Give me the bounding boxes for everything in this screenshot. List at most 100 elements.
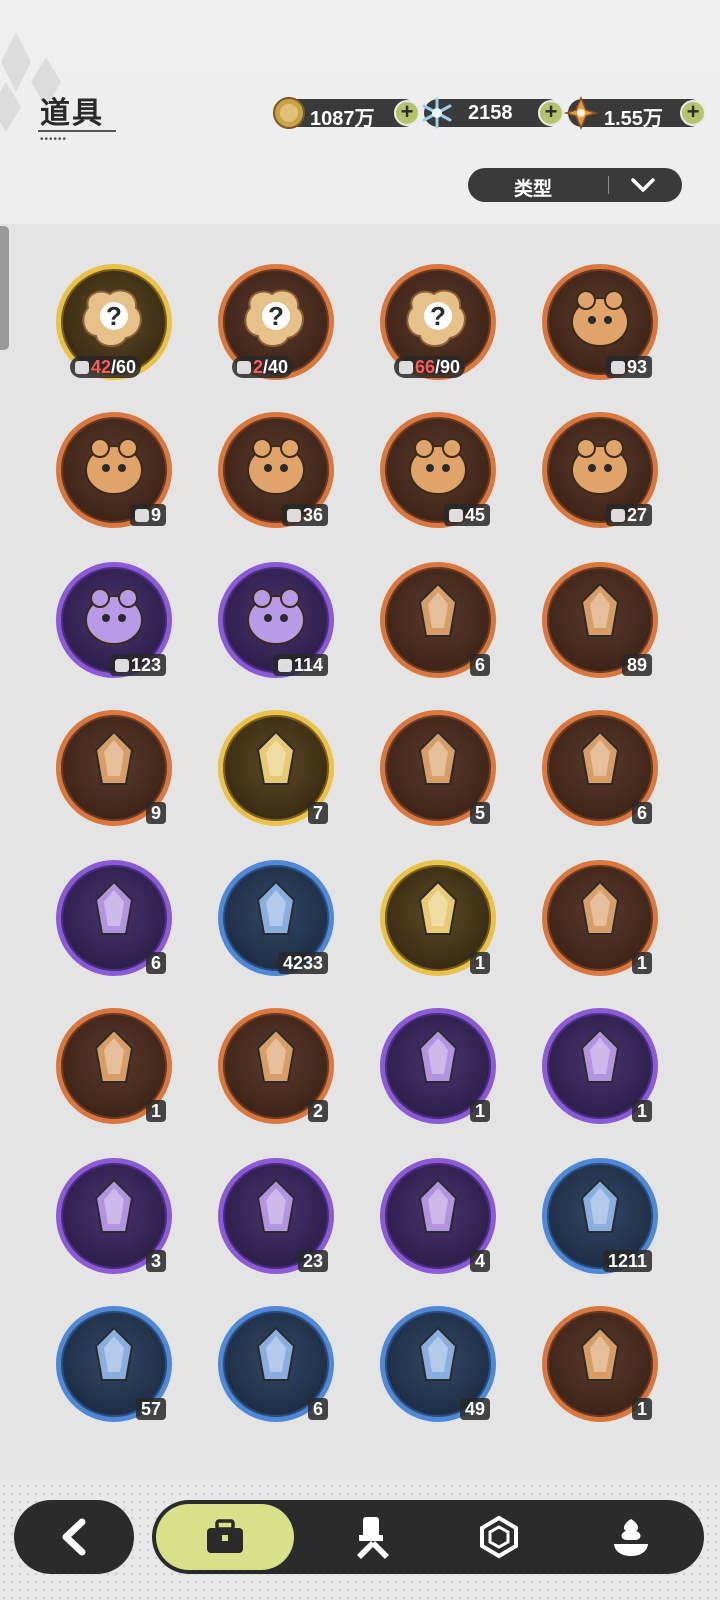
fragment-current: 2 [253, 357, 264, 377]
page-title: 道具 [40, 97, 104, 130]
item-count: 49 [464, 1399, 485, 1419]
shovel-icon [580, 1178, 620, 1233]
tab-tools[interactable] [302, 1500, 440, 1574]
crystal-ring-icon [94, 1028, 134, 1083]
tab-backpack[interactable] [156, 1504, 294, 1570]
item-slot[interactable]: 1 [380, 860, 496, 976]
item-count-badge: 23 [297, 1250, 328, 1272]
svg-text:?: ? [430, 301, 446, 331]
item-count-badge: 36 [281, 504, 328, 526]
item-slot[interactable]: 9 [56, 710, 172, 826]
silver-card-icon [256, 1028, 296, 1083]
item-slot[interactable]: 27 [542, 412, 658, 528]
item-count-badge: 6 [631, 802, 652, 824]
item-slot[interactable]: 1211 [542, 1158, 658, 1274]
item-slot[interactable]: 93 [542, 264, 658, 380]
item-count-badge: 9 [129, 504, 166, 526]
item-slot[interactable]: ? 2/40 [218, 264, 334, 380]
item-count-badge: 114 [272, 654, 328, 676]
gold-coin-icon [273, 97, 305, 129]
butterfly-hairpin-icon [580, 880, 620, 935]
currency-crystal-value: 2158 [468, 102, 513, 124]
puzzle-piece-icon [610, 509, 625, 522]
magic-mirror-icon [94, 1178, 134, 1233]
item-slot[interactable]: 6 [56, 860, 172, 976]
item-slot[interactable]: 1 [56, 1008, 172, 1124]
item-count-badge: 9 [145, 802, 166, 824]
title-dots: •••••• [40, 134, 68, 145]
item-slot[interactable]: 3 [56, 1158, 172, 1274]
item-count-badge: 1 [631, 1398, 652, 1420]
item-count: 123 [130, 655, 161, 675]
filter-divider [608, 176, 609, 194]
item-slot[interactable]: 1 [380, 1008, 496, 1124]
item-count-badge: 66/90 [394, 356, 466, 378]
gift-box-icon [580, 1028, 620, 1083]
item-count-badge: 6 [469, 654, 490, 676]
purple-crystal-icon [418, 582, 458, 637]
item-slot[interactable]: 49 [380, 1306, 496, 1422]
add-gold-button[interactable]: + [394, 100, 420, 126]
item-count-badge: 93 [605, 356, 652, 378]
hammer-set-icon [418, 1326, 458, 1381]
orange-card-icon [580, 730, 620, 785]
item-slot[interactable]: 6 [380, 562, 496, 678]
item-count: 114 [293, 655, 323, 675]
purple-creature-fragment-icon [571, 438, 629, 495]
fragment-total: /60 [111, 357, 137, 377]
gold-card-icon [256, 730, 296, 785]
item-slot[interactable]: 2 [218, 1008, 334, 1124]
item-slot[interactable]: 57 [56, 1306, 172, 1422]
item-slot[interactable]: 7 [218, 710, 334, 826]
puzzle-piece-icon [610, 361, 625, 374]
back-button[interactable] [14, 1500, 134, 1574]
add-star-button[interactable]: + [680, 100, 706, 126]
side-scroll-tab[interactable] [0, 226, 9, 350]
item-count-badge: 4 [469, 1250, 490, 1272]
item-slot[interactable]: 1 [542, 860, 658, 976]
item-slot[interactable]: 9 [56, 412, 172, 528]
item-count: 6 [474, 655, 485, 675]
item-slot[interactable]: 5 [380, 710, 496, 826]
item-slot[interactable]: 4 [380, 1158, 496, 1274]
item-count: 36 [302, 505, 323, 525]
item-slot[interactable]: 36 [218, 412, 334, 528]
rainbow-card-icon [418, 730, 458, 785]
fragment-current: 42 [91, 357, 112, 377]
item-slot[interactable]: 1 [542, 1008, 658, 1124]
item-slot[interactable]: ? 42/60 [56, 264, 172, 380]
paw-charm-icon [94, 730, 134, 785]
nav-tabbar [152, 1500, 704, 1574]
item-count-badge: 6 [307, 1398, 328, 1420]
item-count-badge: 1211 [602, 1250, 652, 1272]
hexagon-gem-icon [480, 1515, 518, 1559]
item-slot[interactable]: 4233 [218, 860, 334, 976]
item-count: 23 [302, 1251, 323, 1271]
item-count: 1 [474, 953, 485, 973]
item-slot[interactable]: 6 [218, 1306, 334, 1422]
item-slot[interactable]: ? 66/90 [380, 264, 496, 380]
item-count-badge: 1 [469, 1100, 490, 1122]
tab-gem[interactable] [430, 1500, 568, 1574]
tools-icon [357, 1517, 389, 1559]
backpack-icon [207, 1519, 243, 1553]
tab-pudding[interactable] [562, 1500, 700, 1574]
purple-card-icon [94, 880, 134, 935]
item-slot[interactable]: 89 [542, 562, 658, 678]
fragment-current: 66 [415, 357, 436, 377]
item-slot[interactable]: 45 [380, 412, 496, 528]
item-count: 6 [150, 953, 161, 973]
item-slot[interactable]: 1 [542, 1306, 658, 1422]
puzzle-piece-icon [75, 361, 89, 374]
unknown-fragment-orange-2-icon: ? [406, 289, 466, 347]
item-slot[interactable]: 114 [218, 562, 334, 678]
item-slot[interactable]: 6 [542, 710, 658, 826]
svg-text:?: ? [106, 301, 122, 331]
item-slot[interactable]: 23 [218, 1158, 334, 1274]
back-arrow-icon [62, 1518, 86, 1556]
add-crystal-button[interactable]: + [538, 100, 564, 126]
type-filter-dropdown[interactable]: 类型 [468, 168, 682, 202]
item-count-badge: 57 [135, 1398, 166, 1420]
item-count-badge: 6 [145, 952, 166, 974]
item-slot[interactable]: 123 [56, 562, 172, 678]
